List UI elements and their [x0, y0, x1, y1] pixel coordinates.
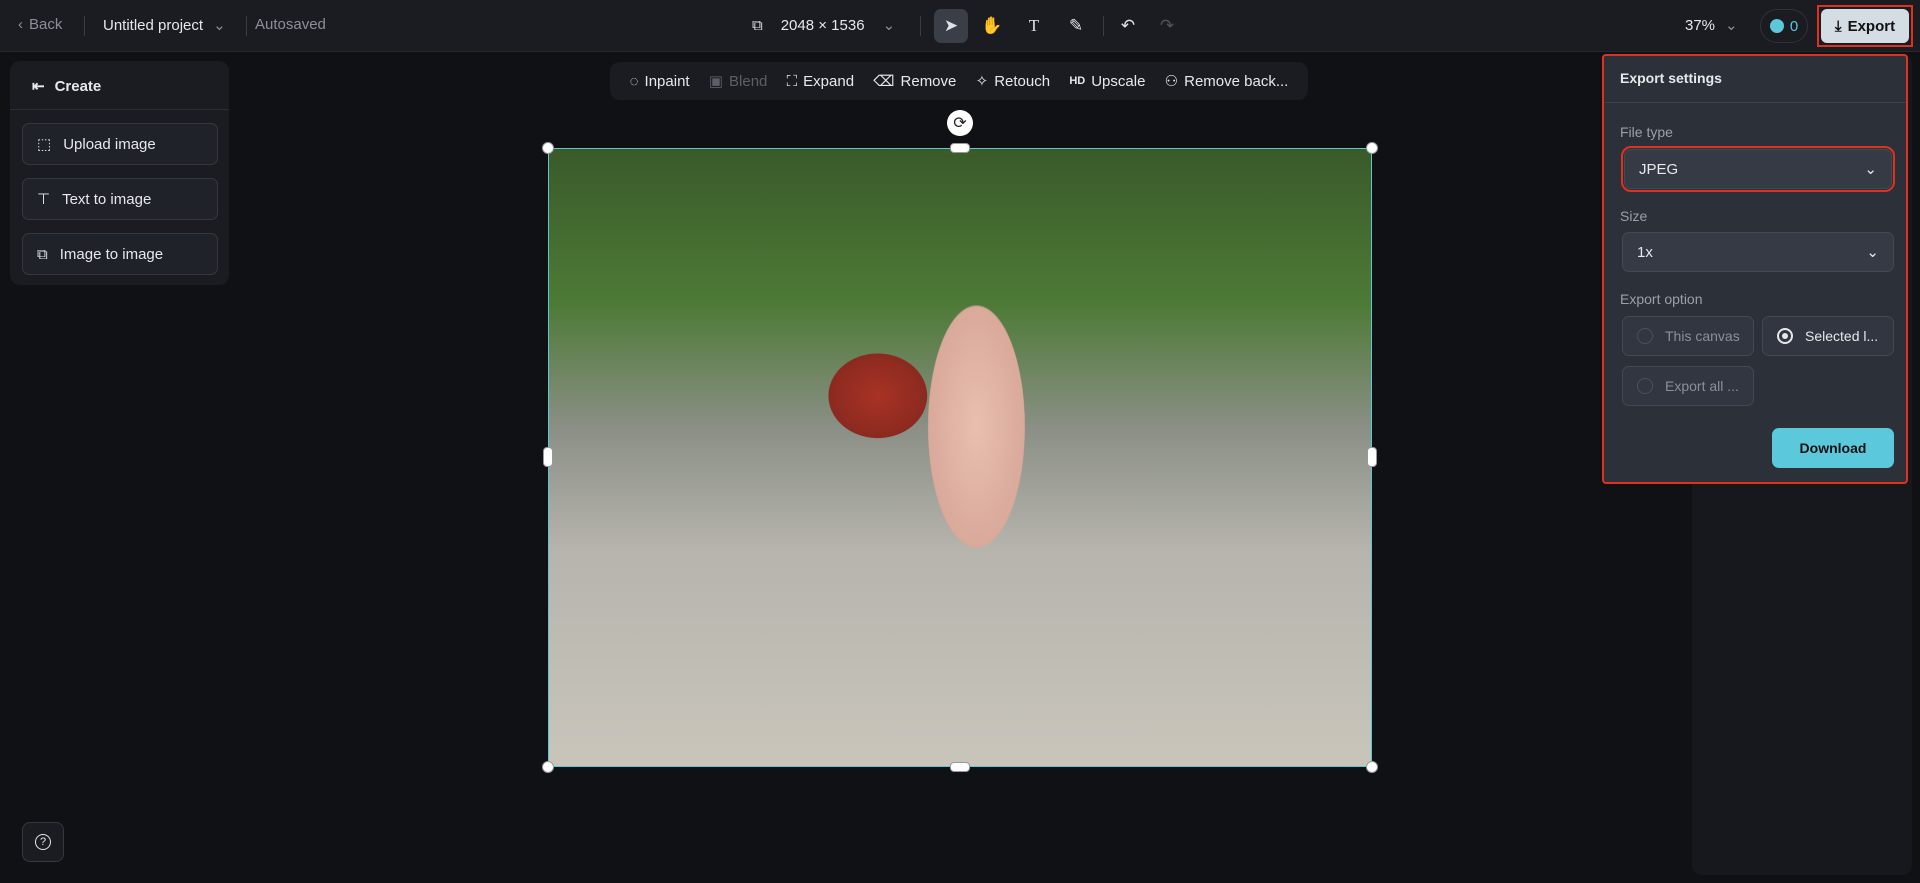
upload-image-icon: ⬚: [37, 136, 52, 153]
resize-handle-bottom[interactable]: [950, 762, 970, 772]
resize-handle-left[interactable]: [543, 447, 553, 467]
undo-button[interactable]: ↶: [1111, 9, 1145, 43]
create-back-button[interactable]: ⇤ Create: [32, 77, 101, 96]
download-icon: ⤓: [1834, 17, 1842, 35]
undo-icon: ↶: [1120, 16, 1136, 35]
chevron-down-icon: ⌄: [1864, 161, 1877, 178]
blend-button[interactable]: ▣ Blend: [708, 72, 768, 91]
help-button[interactable]: ?: [22, 822, 64, 862]
credit-icon: [1769, 19, 1784, 33]
chevron-down-icon: ⌄: [213, 17, 226, 34]
text-icon: T: [1028, 16, 1040, 35]
rotate-icon: ⟳: [953, 115, 967, 132]
canvas-image[interactable]: [548, 148, 1372, 767]
resize-handle-right[interactable]: [1367, 447, 1377, 467]
image-toolbar: ◌ Inpaint ▣ Blend ⛶ Expand ⌫ Remove ✧ Retouch…: [610, 62, 1308, 100]
brush-tool[interactable]: ✎: [1059, 9, 1093, 43]
option-selected-layers[interactable]: Selected l...: [1762, 316, 1894, 356]
file-type-select[interactable]: JPEG ⌄: [1621, 146, 1895, 192]
chevron-down-icon: ⌄: [882, 17, 896, 34]
export-button[interactable]: ⤓ Export: [1821, 9, 1909, 43]
eraser-icon: ⌫: [873, 73, 895, 90]
text-to-image-icon: ⊤: [37, 191, 51, 208]
redo-button[interactable]: ↷: [1150, 9, 1184, 43]
autosave-status: Autosaved: [255, 16, 326, 33]
retouch-icon: ✧: [975, 73, 989, 90]
chevron-left-icon: ‹: [18, 16, 23, 33]
canvas-size-dropdown[interactable]: ⧉ 2048 × 1536 ⌄: [752, 16, 896, 35]
remove-button[interactable]: ⌫ Remove: [873, 72, 956, 91]
export-settings-title: Export settings: [1620, 70, 1722, 86]
inpaint-icon: ◌: [629, 72, 639, 90]
radio-selected-icon: [1777, 328, 1793, 344]
chevron-down-icon: ⌄: [1866, 244, 1879, 261]
image-to-image-icon: ⧉: [37, 245, 48, 263]
expand-icon: ⛶: [786, 72, 798, 90]
redo-icon: ↷: [1159, 16, 1175, 35]
upscale-button[interactable]: HD Upscale: [1069, 73, 1145, 90]
option-this-canvas[interactable]: This canvas: [1622, 316, 1754, 356]
select-tool[interactable]: ➤: [934, 9, 968, 43]
export-highlight: ⤓ Export: [1817, 5, 1913, 47]
text-tool[interactable]: T: [1017, 9, 1051, 43]
remove-background-icon: ⚇: [1164, 73, 1179, 90]
file-type-label: File type: [1620, 124, 1673, 140]
chevron-down-icon: ⌄: [1725, 17, 1738, 34]
hand-icon: ✋: [981, 16, 1003, 35]
size-label: Size: [1620, 208, 1648, 224]
credits-badge[interactable]: 0: [1760, 9, 1808, 43]
text-to-image-button[interactable]: ⊤ Text to image: [22, 178, 218, 220]
resize-icon: ⧉: [752, 16, 763, 34]
project-name-dropdown[interactable]: Untitled project ⌄: [103, 16, 226, 35]
export-option-label: Export option: [1620, 291, 1703, 307]
resize-handle-top[interactable]: [950, 143, 970, 153]
resize-handle-tl[interactable]: [542, 142, 554, 154]
zoom-dropdown[interactable]: 37% ⌄: [1685, 16, 1738, 35]
expand-button[interactable]: ⛶ Expand: [787, 73, 854, 90]
back-button[interactable]: ‹ Back: [18, 16, 62, 33]
image-to-image-button[interactable]: ⧉ Image to image: [22, 233, 218, 275]
remove-background-button[interactable]: ⚇ Remove back...: [1164, 72, 1289, 91]
resize-handle-bl[interactable]: [542, 761, 554, 773]
hand-tool[interactable]: ✋: [975, 9, 1009, 43]
hd-icon: HD: [1069, 75, 1086, 87]
export-settings-panel: Export settings File type JPEG ⌄ Size 1x ⌄…: [1602, 54, 1908, 484]
create-panel: ⇤ Create ⬚ Upload image ⊤ Text to image ⧉ Im…: [10, 61, 229, 285]
radio-icon: [1637, 328, 1653, 344]
option-export-all[interactable]: Export all ...: [1622, 366, 1754, 406]
resize-handle-tr[interactable]: [1366, 142, 1378, 154]
retouch-button[interactable]: ✧ Retouch: [975, 72, 1050, 91]
blend-icon: ▣: [708, 73, 724, 90]
inpaint-button[interactable]: ◌ Inpaint: [630, 73, 690, 90]
cursor-icon: ➤: [943, 16, 959, 35]
size-select[interactable]: 1x ⌄: [1622, 232, 1894, 272]
help-icon: ?: [35, 834, 51, 850]
download-button[interactable]: Download: [1772, 428, 1894, 468]
top-bar: ‹ Back Untitled project ⌄ Autosaved ⧉ 2048 …: [0, 0, 1920, 52]
brush-icon: ✎: [1068, 16, 1084, 35]
upload-image-button[interactable]: ⬚ Upload image: [22, 123, 218, 165]
resize-handle-br[interactable]: [1366, 761, 1378, 773]
arrow-left-icon: ⇤: [32, 78, 45, 95]
radio-icon: [1637, 378, 1653, 394]
rotate-handle[interactable]: ⟳: [947, 110, 973, 136]
